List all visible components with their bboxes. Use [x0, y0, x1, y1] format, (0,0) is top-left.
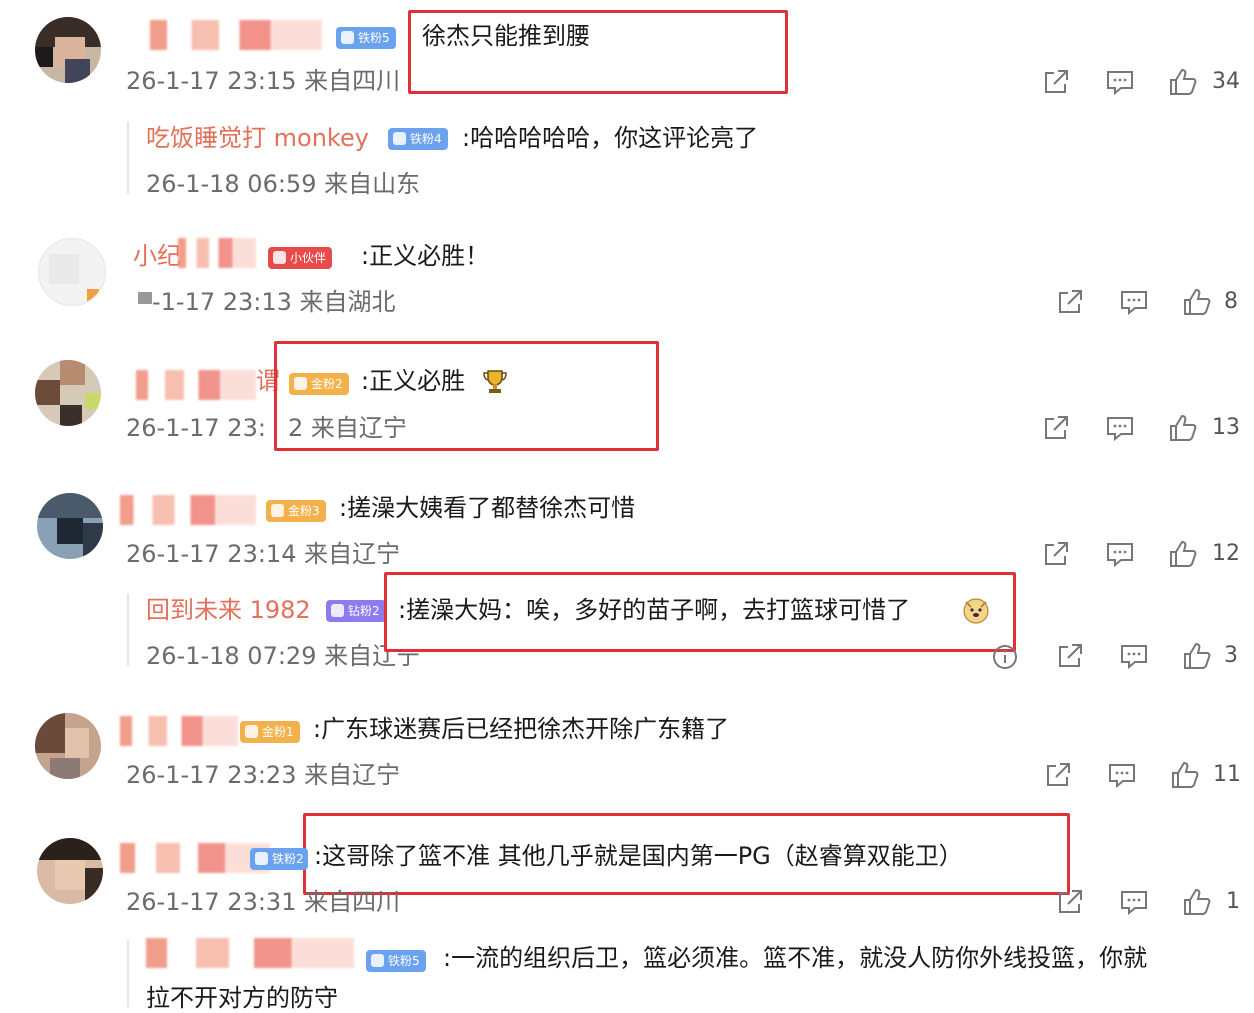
- thumbs-up-icon[interactable]: [1168, 67, 1198, 97]
- username-blurred[interactable]: [146, 938, 354, 968]
- comment-meta: 26-1-17 23:15 来自四川: [126, 67, 401, 95]
- share-icon[interactable]: [1041, 67, 1071, 97]
- reply-thread-line: [127, 940, 129, 1007]
- share-icon[interactable]: [1055, 887, 1085, 917]
- fan-badge: 小伙伴: [268, 247, 333, 269]
- share-icon[interactable]: [1055, 287, 1085, 317]
- username-blurred[interactable]: [150, 20, 322, 50]
- thumbs-up-icon[interactable]: [1168, 539, 1198, 569]
- comment-icon[interactable]: [1105, 413, 1135, 443]
- thumbs-up-icon[interactable]: [1182, 887, 1212, 917]
- comment-text: :正义必胜！: [361, 242, 490, 270]
- comment-icon[interactable]: [1107, 760, 1137, 790]
- reply-thread-line: [127, 122, 129, 194]
- thumbs-up-icon[interactable]: [1168, 413, 1198, 443]
- avatar[interactable]: [35, 360, 101, 426]
- avatar[interactable]: [35, 713, 101, 779]
- info-icon[interactable]: [990, 642, 1020, 672]
- comment-icon[interactable]: [1119, 887, 1149, 917]
- comment-text: :正义必胜: [361, 367, 466, 395]
- username-blurred[interactable]: [120, 495, 256, 525]
- comment-text: :这哥除了篮不准 其他几乎就是国内第一PG（赵睿算双能卫）: [314, 842, 963, 870]
- reply-thread-line: [127, 594, 129, 666]
- comment-text: 徐杰只能推到腰: [422, 22, 590, 50]
- comment-meta: 26-1-17 23:23 来自辽宁: [126, 761, 401, 789]
- comment-icon[interactable]: [1105, 67, 1135, 97]
- avatar[interactable]: [38, 238, 106, 306]
- comment-icon[interactable]: [1119, 287, 1149, 317]
- avatar[interactable]: [37, 493, 103, 559]
- thumbs-up-icon[interactable]: [1170, 760, 1200, 790]
- reply-text-continued: 拉不开对方的防守: [146, 984, 338, 1012]
- fan-badge: 铁粉5: [366, 950, 426, 972]
- username-blurred[interactable]: [178, 238, 256, 268]
- like-count: 12: [1212, 541, 1240, 566]
- fan-badge: 铁粉2: [250, 848, 308, 870]
- comment-text: :广东球迷赛后已经把徐杰开除广东籍了: [313, 715, 730, 743]
- comment-meta: -1-17 23:13 来自湖北: [152, 288, 396, 316]
- fan-badge: 金粉3: [266, 500, 326, 522]
- share-icon[interactable]: [1043, 760, 1073, 790]
- reply-username[interactable]: 回到未来 1982: [146, 595, 311, 625]
- reply-text: :搓澡大妈：唉，多好的苗子啊，去打篮球可惜了: [398, 596, 911, 624]
- comment-meta: 26-1-17 23:31 来自四川: [126, 888, 401, 916]
- share-icon[interactable]: [1041, 539, 1071, 569]
- reply-username[interactable]: 吃饭睡觉打 monkey: [146, 123, 369, 153]
- comment-meta-tail: 2 来自辽宁: [288, 414, 407, 442]
- avatar[interactable]: [37, 838, 103, 904]
- like-count: 3: [1224, 643, 1238, 668]
- username-blurred[interactable]: [120, 716, 238, 746]
- reply-text: :哈哈哈哈哈，你这评论亮了: [462, 124, 759, 152]
- doge-emoji: [962, 596, 990, 624]
- fan-badge: 铁粉4: [388, 128, 448, 150]
- comment-icon[interactable]: [1119, 641, 1149, 671]
- like-count: 34: [1212, 69, 1240, 94]
- comment-text: :搓澡大姨看了都替徐杰可惜: [339, 494, 636, 522]
- comment-meta: 26-1-17 23:: [126, 414, 266, 442]
- fan-badge: 金粉2: [289, 373, 349, 395]
- thumbs-up-icon[interactable]: [1182, 641, 1212, 671]
- username-blurred[interactable]: [120, 843, 270, 873]
- comment-icon[interactable]: [1105, 539, 1135, 569]
- username-blurred[interactable]: [136, 370, 256, 400]
- comment-meta: 26-1-17 23:14 来自辽宁: [126, 540, 401, 568]
- reply-text: :一流的组织后卫，篮必须准。篮不准，就没人防你外线投篮，你就: [443, 944, 1148, 972]
- fan-badge: 金粉1: [240, 721, 300, 743]
- like-count: 8: [1224, 289, 1238, 314]
- reply-meta: 26-1-18 07:29 来自辽宁: [146, 642, 421, 670]
- avatar[interactable]: [35, 17, 101, 83]
- fan-badge: 铁粉5: [336, 27, 396, 49]
- reply-meta: 26-1-18 06:59 来自山东: [146, 170, 421, 198]
- username-partial[interactable]: 小纪: [133, 241, 181, 271]
- thumbs-up-icon[interactable]: [1182, 287, 1212, 317]
- like-count: 1: [1226, 889, 1240, 914]
- share-icon[interactable]: [1041, 413, 1071, 443]
- share-icon[interactable]: [1055, 641, 1085, 671]
- trophy-emoji: [481, 368, 509, 396]
- like-count: 11: [1213, 762, 1241, 787]
- like-count: 13: [1212, 415, 1240, 440]
- fan-badge: 钻粉2: [326, 600, 386, 622]
- blurred-block: [138, 292, 152, 304]
